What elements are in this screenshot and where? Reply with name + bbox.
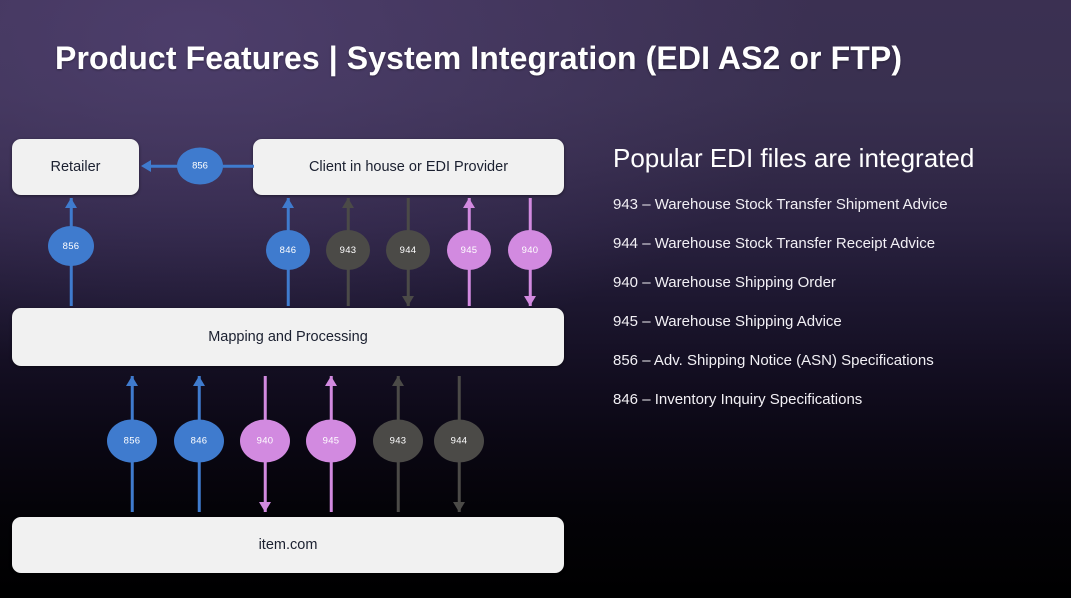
arrow-head-up-icon xyxy=(65,198,77,208)
edi-badge-856[interactable]: 856 xyxy=(107,419,157,463)
arrow-head-up-icon xyxy=(193,376,205,386)
page-title: Product Features | System Integration (E… xyxy=(55,40,903,76)
arrow-head-down-icon xyxy=(259,502,271,512)
connector-856: 856 xyxy=(48,198,94,306)
arrow-head-up-icon xyxy=(342,198,354,208)
arrow-head-left-icon xyxy=(141,160,151,172)
edi-badge-label: 856 xyxy=(62,240,80,252)
legend-item-0: 943 – Warehouse Stock Transfer Shipment … xyxy=(613,196,948,213)
arrow-head-up-icon xyxy=(126,376,138,386)
legend-item-3: 945 – Warehouse Shipping Advice xyxy=(613,313,842,330)
edi-badge-846[interactable]: 846 xyxy=(266,230,310,270)
edi-badge-label: 943 xyxy=(339,244,357,256)
connector-943: 943 xyxy=(326,198,370,306)
connector-846: 846 xyxy=(266,198,310,306)
legend-list: 943 – Warehouse Stock Transfer Shipment … xyxy=(613,196,1053,408)
connector-client-to-retailer: 856 xyxy=(141,147,254,185)
edi-badge-label: 943 xyxy=(389,435,407,447)
legend-item-4: 856 – Adv. Shipping Notice (ASN) Specifi… xyxy=(613,352,934,369)
node-retailer-label: Retailer xyxy=(50,159,101,175)
arrow-head-up-icon xyxy=(392,376,404,386)
node-client-label: Client in house or EDI Provider xyxy=(308,159,509,175)
connector-944: 944 xyxy=(434,376,484,512)
arrow-head-up-icon xyxy=(463,198,475,208)
connector-945: 945 xyxy=(306,376,356,512)
edi-badge-945[interactable]: 945 xyxy=(447,230,491,270)
arrow-head-down-icon xyxy=(453,502,465,512)
connector-940: 940 xyxy=(240,376,290,512)
edi-badge-940[interactable]: 940 xyxy=(508,230,552,270)
edi-badge-856[interactable]: 856 xyxy=(48,226,94,266)
connector-944: 944 xyxy=(386,198,430,306)
edi-badge-856[interactable]: 856 xyxy=(177,147,223,185)
slide-canvas: Product Features | System Integration (E… xyxy=(0,0,1071,598)
edi-badge-label: 945 xyxy=(460,244,478,256)
edi-badge-940[interactable]: 940 xyxy=(240,419,290,463)
node-client[interactable]: Client in house or EDI Provider xyxy=(253,139,564,195)
edi-badge-label: 940 xyxy=(521,244,539,256)
node-mapping-label: Mapping and Processing xyxy=(208,329,368,345)
edi-badge-label: 940 xyxy=(256,435,274,447)
connector-943: 943 xyxy=(373,376,423,512)
edi-badge-label: 846 xyxy=(279,244,297,256)
edi-badge-label: 846 xyxy=(190,435,208,447)
edi-badge-943[interactable]: 943 xyxy=(373,419,423,463)
edi-badge-944[interactable]: 944 xyxy=(386,230,430,270)
node-site-label: item.com xyxy=(258,537,318,553)
arrow-head-down-icon xyxy=(402,296,414,306)
connector-846: 846 xyxy=(174,376,224,512)
connector-940: 940 xyxy=(508,198,552,306)
edi-badge-label: 856 xyxy=(123,435,141,447)
edi-badge-label: 944 xyxy=(399,244,417,256)
edi-badge-945[interactable]: 945 xyxy=(306,419,356,463)
arrow-head-up-icon xyxy=(325,376,337,386)
node-mapping-and-processing[interactable]: Mapping and Processing xyxy=(12,308,564,366)
node-retailer[interactable]: Retailer xyxy=(12,139,139,195)
legend-title: Popular EDI files are integrated xyxy=(613,143,975,173)
edi-badge-943[interactable]: 943 xyxy=(326,230,370,270)
edi-badge-846[interactable]: 846 xyxy=(174,419,224,463)
legend-item-5: 846 – Inventory Inquiry Specifications xyxy=(613,391,863,408)
arrow-head-up-icon xyxy=(282,198,294,208)
connector-945: 945 xyxy=(447,198,491,306)
node-item-com[interactable]: item.com xyxy=(12,517,564,573)
edi-badge-label: 944 xyxy=(450,435,468,447)
edi-badge-label: 945 xyxy=(322,435,340,447)
legend-item-1: 944 – Warehouse Stock Transfer Receipt A… xyxy=(613,235,936,252)
legend-panel: Popular EDI files are integrated 943 – W… xyxy=(613,143,1053,430)
arrow-head-down-icon xyxy=(524,296,536,306)
edi-badge-944[interactable]: 944 xyxy=(434,419,484,463)
connector-856: 856 xyxy=(107,376,157,512)
edi-badge-label: 856 xyxy=(192,160,208,172)
legend-item-2: 940 – Warehouse Shipping Order xyxy=(613,274,836,291)
